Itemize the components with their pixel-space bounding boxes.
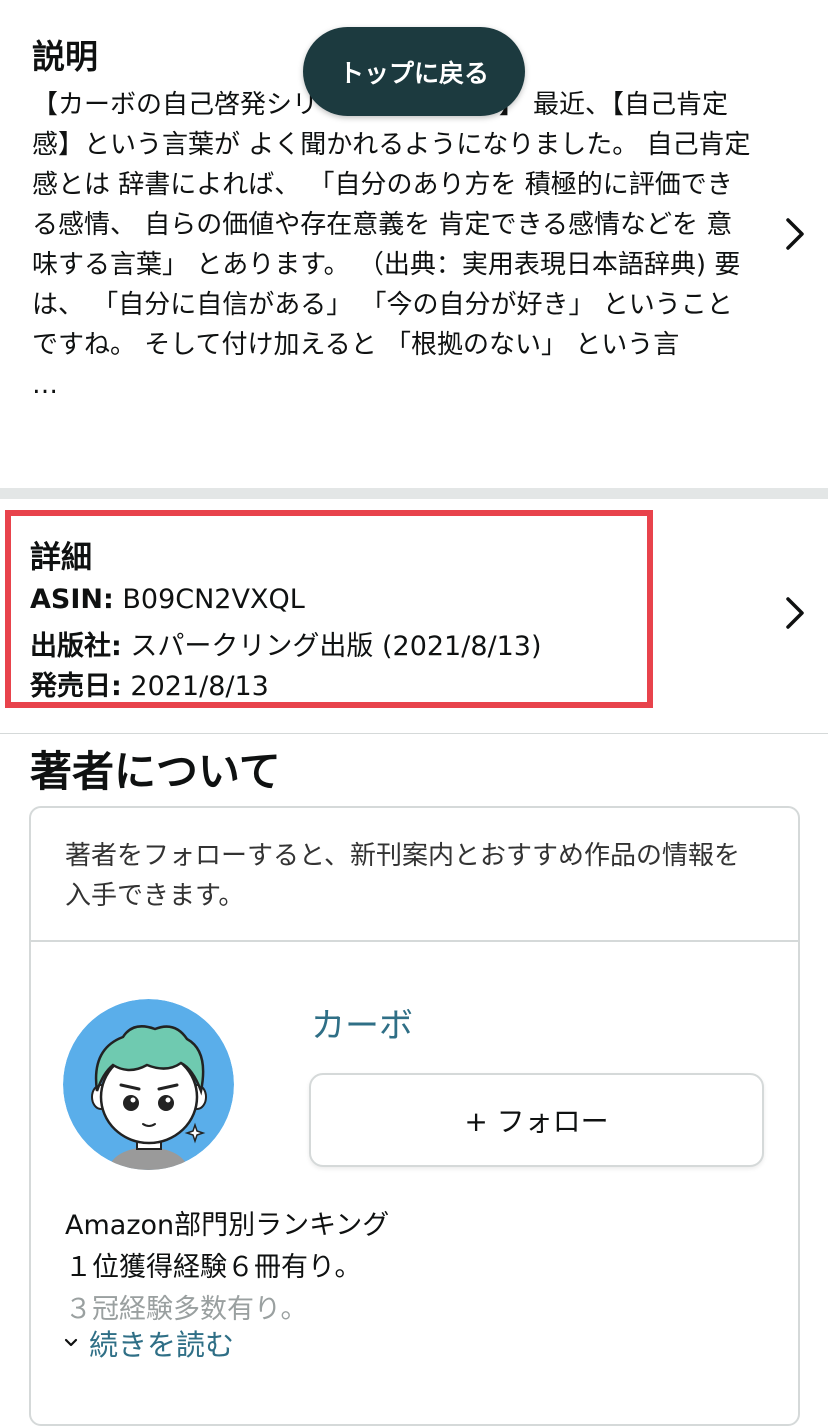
bio-line-faded: ３冠経験多数有り。 bbox=[65, 1294, 308, 1325]
back-to-top-button[interactable]: トップに戻る bbox=[303, 27, 525, 116]
about-author-title: 著者について bbox=[30, 747, 281, 796]
detail-value: B09CN2VXQL bbox=[113, 584, 305, 615]
detail-row-publisher: 出版社: スパークリング出版 (2021/8/13) bbox=[30, 624, 542, 663]
read-more-link[interactable]: 続きを読む bbox=[63, 1322, 234, 1364]
follow-button[interactable]: + フォロー bbox=[309, 1073, 764, 1167]
detail-row-asin: ASIN: B09CN2VXQL bbox=[30, 584, 305, 615]
description-title: 説明 bbox=[32, 37, 98, 76]
details-chevron-right-icon[interactable] bbox=[784, 593, 806, 633]
bio-line: １位獲得経験６冊有り。 bbox=[65, 1252, 362, 1283]
detail-label: ASIN: bbox=[30, 584, 114, 615]
detail-value: スパークリング出版 (2021/8/13) bbox=[121, 631, 542, 662]
details-title: 詳細 bbox=[30, 540, 92, 576]
bio-line: Amazon部門別ランキング bbox=[65, 1210, 390, 1241]
chevron-down-icon bbox=[64, 1338, 78, 1347]
section-divider bbox=[0, 488, 828, 499]
author-avatar[interactable] bbox=[63, 999, 234, 1170]
read-more-label: 続きを読む bbox=[89, 1328, 235, 1362]
section-divider-thin bbox=[0, 733, 828, 734]
description-chevron-right-icon[interactable] bbox=[784, 214, 806, 254]
follow-note: 著者をフォローすると、新刊案内とおすすめ作品の情報を入手できます。 bbox=[65, 841, 740, 911]
detail-label: 出版社: bbox=[30, 631, 122, 662]
description-text: 【カーボの自己啓発シリーズ〜番外さん】 最近、【自己肯定感】という言葉が よく聞… bbox=[32, 85, 757, 405]
card-divider bbox=[31, 940, 798, 942]
description-ellipsis: … bbox=[32, 370, 58, 400]
author-name-link[interactable]: カーボ bbox=[311, 998, 413, 1047]
detail-row-release-date: 発売日: 2021/8/13 bbox=[30, 664, 269, 703]
detail-label: 発売日: bbox=[30, 671, 122, 702]
description-body: 【カーボの自己啓発シリーズ〜番外さん】 最近、【自己肯定感】という言葉が よく聞… bbox=[32, 90, 751, 360]
detail-value: 2021/8/13 bbox=[121, 671, 269, 702]
